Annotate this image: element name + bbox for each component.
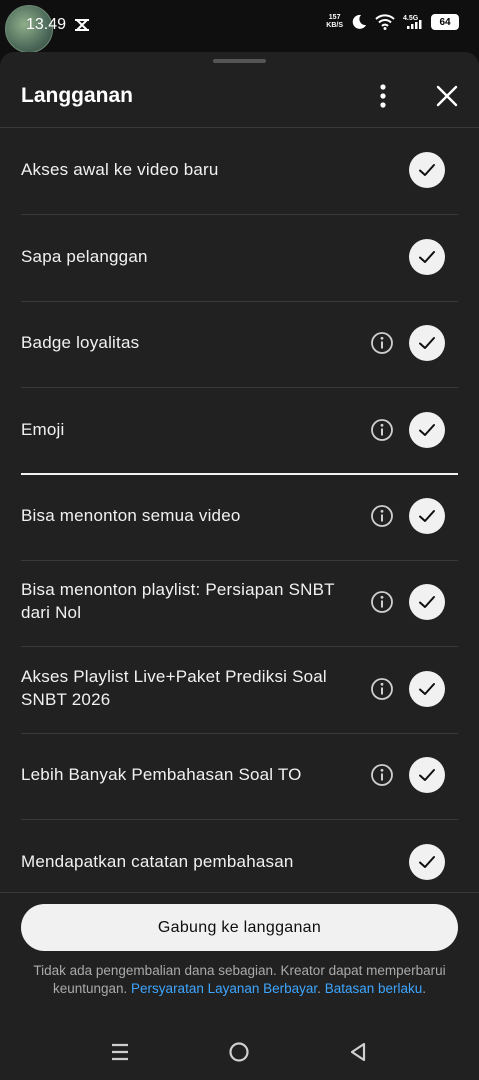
benefit-label: Bisa menonton semua video bbox=[21, 506, 241, 525]
join-subscription-button[interactable]: Gabung ke langganan bbox=[21, 904, 458, 951]
info-icon[interactable] bbox=[369, 417, 395, 443]
back-triangle-icon[interactable] bbox=[346, 1040, 370, 1064]
system-nav-bar bbox=[0, 1028, 479, 1080]
benefit-label: Akses Playlist Live+Paket Prediksi Soal … bbox=[21, 667, 327, 709]
info-icon[interactable] bbox=[369, 589, 395, 615]
net-speed-value: 157 bbox=[328, 14, 341, 21]
benefit-row: Bisa menonton semua video bbox=[21, 474, 458, 561]
subscription-sheet: Langganan Akses awal ke video baru Sapa p… bbox=[0, 52, 479, 1080]
check-icon bbox=[419, 510, 435, 522]
close-icon[interactable] bbox=[434, 83, 460, 109]
benefit-label: Mendapatkan catatan pembahasan bbox=[21, 852, 294, 871]
capcut-icon bbox=[75, 19, 89, 31]
benefit-label: Sapa pelanggan bbox=[21, 247, 148, 266]
benefit-label: Emoji bbox=[21, 420, 65, 439]
wifi-icon bbox=[375, 14, 395, 30]
svg-text:4.5G: 4.5G bbox=[403, 15, 419, 22]
menu-icon[interactable] bbox=[108, 1040, 132, 1064]
terms-text: Tidak ada pengembalian dana sebagian. Kr… bbox=[30, 962, 449, 998]
home-circle-icon[interactable] bbox=[227, 1040, 251, 1064]
check-icon bbox=[419, 164, 435, 176]
benefit-row: Akses awal ke video baru bbox=[21, 128, 458, 215]
benefit-row: Badge loyalitas bbox=[21, 301, 458, 388]
restrictions-link[interactable]: Batasan berlaku bbox=[325, 981, 423, 996]
benefit-row: Mendapatkan catatan pembahasan bbox=[21, 820, 458, 906]
drag-handle[interactable] bbox=[213, 59, 266, 63]
benefit-row: Emoji bbox=[21, 388, 458, 475]
check-button[interactable] bbox=[409, 239, 445, 275]
check-button[interactable] bbox=[409, 844, 445, 880]
info-icon[interactable] bbox=[369, 676, 395, 702]
status-time: 13.49 bbox=[26, 16, 67, 33]
status-bar: 13.49 157 KB/S 4.5G 64 bbox=[0, 0, 479, 53]
benefit-row: Bisa menonton playlist: Persiapan SNBT d… bbox=[21, 560, 458, 647]
terms-sep: . bbox=[317, 981, 321, 996]
check-button[interactable] bbox=[409, 412, 445, 448]
more-vertical-icon[interactable] bbox=[370, 82, 396, 110]
benefit-row: Lebih Banyak Pembahasan Soal TO bbox=[21, 733, 458, 820]
benefit-label: Lebih Banyak Pembahasan Soal TO bbox=[21, 765, 302, 784]
benefit-label: Bisa menonton playlist: Persiapan SNBT d… bbox=[21, 580, 335, 622]
footer-divider bbox=[0, 892, 479, 893]
check-button[interactable] bbox=[409, 671, 445, 707]
sheet-title: Langganan bbox=[21, 84, 134, 107]
check-button[interactable] bbox=[409, 757, 445, 793]
check-icon bbox=[419, 769, 435, 781]
net-speed: 157 KB/S bbox=[326, 14, 343, 30]
check-icon bbox=[419, 251, 435, 263]
check-icon bbox=[419, 337, 435, 349]
info-icon[interactable] bbox=[369, 762, 395, 788]
info-icon[interactable] bbox=[369, 503, 395, 529]
check-icon bbox=[419, 683, 435, 695]
check-icon bbox=[419, 424, 435, 436]
benefit-row: Sapa pelanggan bbox=[21, 215, 458, 302]
check-button[interactable] bbox=[409, 584, 445, 620]
check-button[interactable] bbox=[409, 152, 445, 188]
check-button[interactable] bbox=[409, 498, 445, 534]
benefit-row: Akses Playlist Live+Paket Prediksi Soal … bbox=[21, 647, 458, 734]
terms-end: . bbox=[422, 981, 427, 996]
net-speed-unit: KB/S bbox=[326, 22, 343, 29]
signal-icon: 4.5G bbox=[403, 15, 422, 29]
info-icon[interactable] bbox=[369, 330, 395, 356]
check-button[interactable] bbox=[409, 325, 445, 361]
check-icon bbox=[419, 856, 435, 868]
benefit-label: Badge loyalitas bbox=[21, 333, 140, 352]
benefit-label: Akses awal ke video baru bbox=[21, 160, 219, 179]
check-icon bbox=[419, 596, 435, 608]
paid-terms-link[interactable]: Persyaratan Layanan Berbayar bbox=[131, 981, 317, 996]
status-icons: 157 KB/S 4.5G 64 bbox=[326, 14, 459, 30]
battery-indicator: 64 bbox=[431, 14, 459, 30]
moon-icon bbox=[352, 14, 366, 29]
